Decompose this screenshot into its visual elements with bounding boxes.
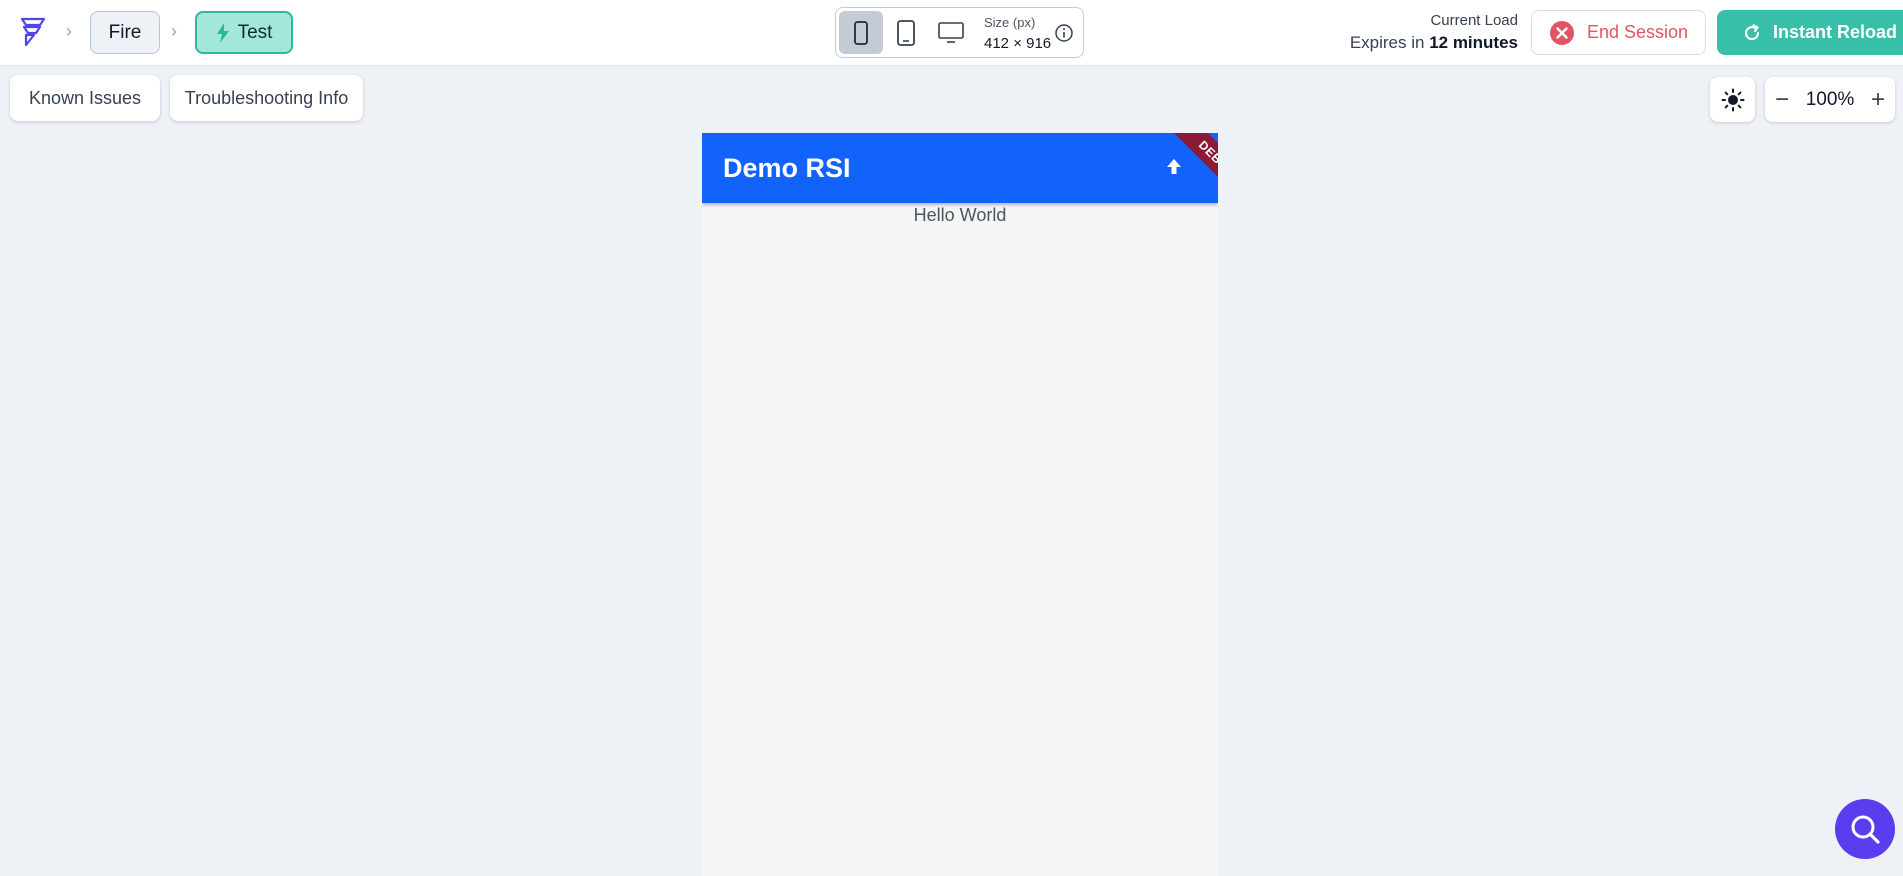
breadcrumb-test-button[interactable]: Test	[195, 11, 293, 54]
desktop-device-button[interactable]	[929, 11, 973, 54]
expires-value: 12 minutes	[1429, 33, 1518, 52]
sun-icon	[1721, 88, 1744, 111]
breadcrumb-fire-label: Fire	[108, 21, 142, 43]
hello-world-text: Hello World	[913, 205, 1007, 225]
breadcrumb-fire-button[interactable]: Fire	[90, 11, 160, 54]
tablet-device-button[interactable]	[884, 11, 928, 54]
phone-device-button[interactable]	[839, 11, 883, 54]
refresh-icon	[1744, 23, 1760, 40]
session-expiry: Expires in 12 minutes	[1350, 33, 1518, 53]
search-fab-button[interactable]	[1835, 799, 1895, 859]
app-title: Demo RSI	[723, 153, 851, 183]
zoom-level: 100%	[1805, 89, 1855, 110]
device-preview: Demo RSI DEBUG Hello World	[702, 133, 1218, 876]
tablet-icon	[897, 19, 915, 46]
zoom-out-button[interactable]: −	[1767, 77, 1797, 122]
instant-reload-button[interactable]: Instant Reload	[1717, 10, 1903, 55]
info-icon[interactable]	[1054, 23, 1074, 43]
top-bar: › Fire › Test Size (px) 412 × 916 Curren…	[0, 0, 1903, 66]
device-selector: Size (px) 412 × 916	[835, 7, 1084, 58]
app-bar: Demo RSI	[702, 133, 1218, 203]
known-issues-label: Known Issues	[28, 87, 142, 108]
instant-reload-label: Instant Reload	[1773, 22, 1898, 42]
zoom-control: − 100% +	[1765, 77, 1895, 122]
lightning-icon	[216, 22, 229, 43]
flutterflow-logo-icon[interactable]	[14, 13, 50, 49]
upload-icon[interactable]	[1162, 155, 1186, 179]
expires-prefix: Expires in	[1349, 33, 1425, 52]
breadcrumb-test-label: Test	[237, 21, 273, 43]
breadcrumb-separator-icon: ›	[171, 21, 177, 41]
theme-toggle-button[interactable]	[1710, 77, 1755, 122]
troubleshooting-info-label: Troubleshooting Info	[184, 87, 349, 108]
desktop-icon	[938, 21, 964, 43]
size-value: 412 × 916	[984, 35, 1052, 52]
end-session-button[interactable]: End Session	[1531, 10, 1706, 55]
phone-icon	[854, 20, 868, 45]
close-circle-icon	[1549, 20, 1574, 45]
current-load-label: Current Load	[1430, 12, 1518, 29]
end-session-label: End Session	[1586, 22, 1689, 42]
zoom-in-button[interactable]: +	[1863, 77, 1893, 122]
search-icon	[1851, 815, 1880, 844]
known-issues-button[interactable]: Known Issues	[10, 75, 160, 121]
troubleshooting-info-button[interactable]: Troubleshooting Info	[170, 75, 363, 121]
breadcrumb-separator-icon: ›	[66, 21, 72, 41]
size-label: Size (px)	[984, 15, 1036, 30]
